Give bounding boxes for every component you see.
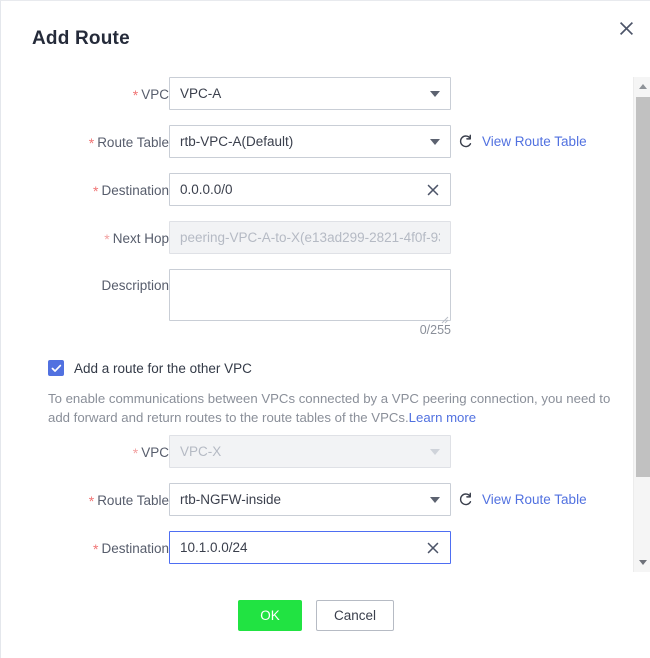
label-next-hop: * Next Hop	[104, 231, 169, 247]
vpc-secondary-select: VPC-X	[169, 435, 451, 468]
label-description: Description	[101, 278, 169, 293]
cancel-button[interactable]: Cancel	[315, 600, 395, 631]
ok-button[interactable]: OK	[237, 600, 302, 631]
label-vpc-secondary: * VPC	[132, 445, 169, 461]
checkbox-label: Add a route for the other VPC	[74, 360, 252, 376]
required-asterisk: *	[132, 445, 139, 461]
required-asterisk: *	[104, 231, 110, 247]
next-hop-value: peering-VPC-A-to-X(e13ad299-2821-4f0f-93…	[180, 230, 440, 245]
add-route-dialog: Add Route * VPC VPC-A * Route Table rtb-…	[0, 0, 650, 658]
field-destination-secondary: 10.1.0.0/24	[169, 531, 451, 564]
destination-secondary-input[interactable]: 10.1.0.0/24	[169, 531, 451, 564]
help-text: To enable communications between VPCs co…	[48, 389, 614, 427]
description-textarea[interactable]	[169, 269, 451, 321]
view-route-table-link-secondary[interactable]: View Route Table	[482, 492, 587, 507]
vpc-primary-value: VPC-A	[180, 86, 222, 101]
label-route-table-secondary: * Route Table	[88, 493, 169, 509]
scrollbar-down-arrow[interactable]	[634, 554, 650, 571]
chevron-down-icon	[430, 448, 440, 455]
view-route-table-link-primary[interactable]: View Route Table	[482, 134, 587, 149]
vpc-primary-select[interactable]: VPC-A	[169, 77, 451, 110]
route-table-primary-value: rtb-VPC-A(Default)	[180, 134, 294, 149]
clear-icon[interactable]	[426, 183, 440, 197]
description-char-counter: 0/255	[419, 323, 451, 337]
route-table-primary-select[interactable]: rtb-VPC-A(Default)	[169, 125, 451, 158]
field-vpc-secondary: VPC-X	[169, 435, 451, 468]
chevron-down-icon	[638, 560, 647, 565]
required-asterisk: *	[93, 183, 99, 199]
chevron-down-icon	[430, 138, 440, 145]
dialog-footer: OK Cancel	[1, 600, 631, 631]
add-route-form: * VPC VPC-A * Route Table rtb-VPC-A(Defaul…	[1, 1, 631, 658]
dialog-scrollbar[interactable]	[633, 77, 650, 572]
field-route-table-primary: rtb-VPC-A(Default)	[169, 125, 451, 158]
scrollbar-thumb[interactable]	[636, 97, 650, 477]
destination-primary-value: 0.0.0.0/0	[180, 182, 233, 197]
field-route-table-secondary: rtb-NGFW-inside	[169, 483, 451, 516]
required-asterisk: *	[88, 493, 95, 509]
required-asterisk: *	[132, 87, 139, 103]
refresh-icon[interactable]	[457, 134, 473, 150]
required-asterisk: *	[93, 541, 99, 557]
required-asterisk: *	[88, 135, 95, 151]
route-table-secondary-value: rtb-NGFW-inside	[180, 492, 282, 507]
field-next-hop: peering-VPC-A-to-X(e13ad299-2821-4f0f-93…	[169, 221, 451, 254]
help-text-body: To enable communications between VPCs co…	[48, 391, 611, 425]
clear-icon[interactable]	[426, 541, 440, 555]
checkbox-checked-icon	[48, 360, 64, 376]
next-hop-select: peering-VPC-A-to-X(e13ad299-2821-4f0f-93…	[169, 221, 451, 254]
field-description	[169, 269, 451, 324]
chevron-up-icon	[638, 84, 647, 89]
route-table-secondary-select[interactable]: rtb-NGFW-inside	[169, 483, 451, 516]
chevron-down-icon	[430, 90, 440, 97]
label-route-table-primary: * Route Table	[88, 135, 169, 151]
label-destination-secondary: * Destination	[93, 541, 169, 557]
vpc-secondary-value: VPC-X	[180, 444, 222, 459]
field-vpc-primary: VPC-A	[169, 77, 451, 110]
route-table-secondary-actions: View Route Table	[457, 483, 587, 516]
route-table-primary-actions: View Route Table	[457, 125, 587, 158]
destination-primary-input[interactable]: 0.0.0.0/0	[169, 173, 451, 206]
label-destination-primary: * Destination	[93, 183, 169, 199]
label-vpc-primary: * VPC	[132, 87, 169, 103]
field-destination-primary: 0.0.0.0/0	[169, 173, 451, 206]
chevron-down-icon	[430, 496, 440, 503]
destination-secondary-value: 10.1.0.0/24	[180, 540, 248, 555]
add-route-other-vpc-checkbox[interactable]: Add a route for the other VPC	[48, 360, 252, 376]
scrollbar-up-arrow[interactable]	[634, 78, 650, 95]
refresh-icon[interactable]	[457, 492, 473, 508]
learn-more-link[interactable]: Learn more	[409, 410, 476, 425]
